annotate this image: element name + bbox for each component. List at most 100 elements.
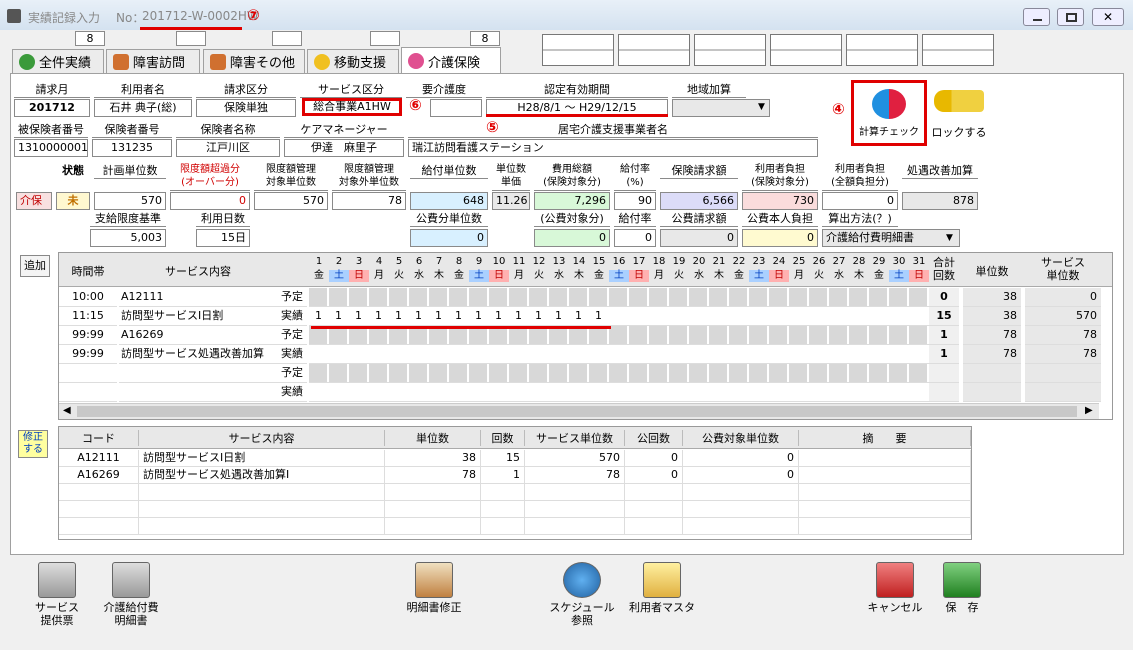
label-billing-type: 請求区分: [196, 83, 296, 98]
schedule-service: [119, 364, 277, 383]
insurer-name-field[interactable]: 江戸川区: [176, 139, 280, 157]
schedule-count: [929, 364, 959, 383]
schedule-type: 予定: [277, 288, 307, 307]
day-mark[interactable]: 1: [475, 307, 482, 325]
billing-month-field[interactable]: 201712: [14, 99, 90, 117]
day-weekday: 土: [469, 270, 489, 282]
service-slip-button[interactable]: サービス 提供票: [30, 562, 84, 627]
day-number: 2: [335, 256, 343, 267]
label-over-limit: 限度額超過分 (オーバー分): [170, 163, 250, 191]
day-mark[interactable]: 1: [595, 307, 602, 325]
calc-check-button[interactable]: 計算チェック: [851, 80, 927, 146]
schedule-unit: 38: [963, 288, 1021, 307]
tab-disability-visit[interactable]: 障害訪問: [106, 49, 200, 73]
close-button[interactable]: ✕: [1092, 8, 1124, 26]
service-type-field[interactable]: 総合事業A1HW: [302, 98, 402, 116]
day-mark[interactable]: 1: [575, 307, 582, 325]
globe-icon: [563, 562, 601, 598]
unit-price-value: 11.26: [492, 192, 530, 210]
day-mark[interactable]: 1: [375, 307, 382, 325]
day-weekday: 水: [694, 270, 704, 281]
day-number: 3: [355, 256, 363, 267]
care-office-field[interactable]: 瑞江訪問看護ステーション: [408, 139, 818, 157]
lock-button[interactable]: ロックする: [930, 84, 988, 146]
day-weekday: 月: [514, 270, 524, 281]
top-button-1[interactable]: [542, 34, 614, 66]
tab-mobility-support[interactable]: 移動支援: [307, 49, 399, 73]
top-button-3[interactable]: [694, 34, 766, 66]
fix-button[interactable]: 修正 する: [18, 430, 48, 458]
day-mark[interactable]: 1: [415, 307, 422, 325]
schedule-view-button[interactable]: スケジュール 参照: [545, 562, 619, 627]
schedule-time: 10:00: [59, 288, 117, 307]
day-number: 15: [592, 256, 606, 267]
detail-cell: 0: [625, 450, 683, 467]
care-statement-button[interactable]: 介護給付費 明細書: [98, 562, 164, 627]
save-button[interactable]: 保 存: [936, 562, 988, 614]
day-mark[interactable]: 1: [315, 307, 322, 325]
header-service: サービス内容: [165, 265, 231, 278]
day-mark[interactable]: 1: [455, 307, 462, 325]
day-mark[interactable]: 1: [495, 307, 502, 325]
day-mark[interactable]: 1: [515, 307, 522, 325]
top-button-5[interactable]: [846, 34, 918, 66]
public-self-value: 0: [742, 229, 818, 247]
label-insured-no: 被保険者番号: [14, 123, 88, 138]
day-mark[interactable]: 1: [535, 307, 542, 325]
minimize-button[interactable]: [1023, 8, 1050, 26]
detail-cell: [59, 501, 139, 518]
scroll-right-icon[interactable]: ▶: [1085, 405, 1093, 416]
schedule-unit: [963, 364, 1021, 383]
schedule-count: [929, 383, 959, 402]
area-addition-select[interactable]: [672, 99, 770, 117]
label-plan-units: 計画単位数: [94, 164, 166, 179]
schedule-type: 実績: [277, 383, 307, 402]
billing-type-field[interactable]: 保険単独: [196, 99, 296, 117]
user-name-field[interactable]: 石井 典子(総): [94, 99, 192, 117]
user-burden-value: 730: [742, 192, 818, 210]
day-mark[interactable]: 1: [555, 307, 562, 325]
day-weekday: 火: [534, 270, 544, 281]
counter-3: [272, 31, 302, 46]
schedule-service: 訪問型サービスⅠ日割: [119, 307, 277, 326]
detail-header-cell: 公費対象単位数: [683, 430, 799, 446]
top-button-6[interactable]: [922, 34, 994, 66]
refresh-icon: [872, 89, 906, 119]
schedule-service-unit: 0: [1025, 288, 1101, 307]
horizontal-scrollbar[interactable]: ◀ ▶: [59, 403, 1099, 419]
day-weekday: 火: [814, 270, 824, 281]
day-mark[interactable]: 1: [395, 307, 402, 325]
care-manager-field[interactable]: 伊達 麻里子: [284, 139, 404, 157]
user-master-button[interactable]: 利用者マスタ: [624, 562, 700, 614]
day-mark[interactable]: 1: [435, 307, 442, 325]
label-unit-price: 単位数 単価: [492, 163, 530, 191]
cancel-button[interactable]: キャンセル: [864, 562, 926, 614]
day-mark[interactable]: 1: [335, 307, 342, 325]
label-limit-exempt: 限度額管理 対象外単位数: [332, 163, 406, 191]
cancel-icon: [876, 562, 914, 598]
detail-cell: [625, 501, 683, 518]
tab-care-insurance[interactable]: 介護保険: [401, 47, 501, 74]
insurer-no-field[interactable]: 131235: [92, 139, 172, 157]
top-button-2[interactable]: [618, 34, 690, 66]
schedule-service-unit: [1025, 383, 1101, 402]
day-mark[interactable]: 1: [355, 307, 362, 325]
tab-disability-other[interactable]: 障害その他: [203, 49, 305, 73]
statement-fix-button[interactable]: 明細書修正: [398, 562, 470, 614]
day-weekday: 木: [574, 270, 584, 281]
day-weekday: 金: [734, 270, 744, 281]
maximize-button[interactable]: [1057, 8, 1084, 26]
label-usage-days: 利用日数: [196, 212, 250, 227]
add-button[interactable]: 追加: [20, 255, 50, 277]
day-number: 11: [512, 256, 526, 267]
scroll-left-icon[interactable]: ◀: [63, 405, 71, 416]
insured-no-field[interactable]: 1310000001: [14, 139, 88, 157]
scroll-thumb[interactable]: [77, 406, 1077, 417]
printer-icon: [112, 562, 150, 598]
top-button-4[interactable]: [770, 34, 842, 66]
calc-method-select[interactable]: 介護給付費明細書: [822, 229, 960, 247]
day-weekday: 土: [609, 270, 629, 282]
care-level-field[interactable]: [430, 99, 482, 117]
tab-all-records[interactable]: 全件実績: [12, 49, 104, 73]
day-weekday: 水: [554, 270, 564, 281]
